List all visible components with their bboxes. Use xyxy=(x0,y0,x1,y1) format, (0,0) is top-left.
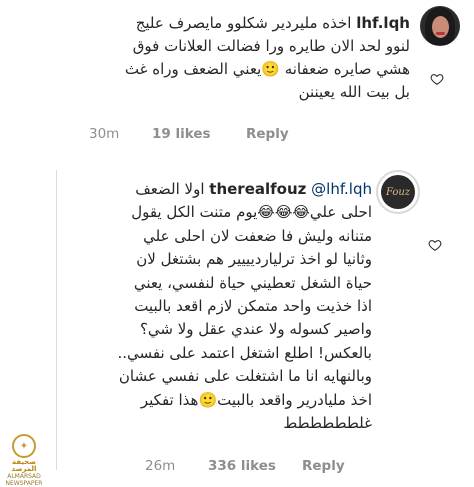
comment-2-line-11: غلطططططط xyxy=(283,414,372,433)
comment-1-body: lhf.lqh اخذه مليردير شكلوو مايصرف عليج ل… xyxy=(125,12,410,104)
avatar-therealfouz[interactable]: Fouz xyxy=(376,170,420,214)
watermark-name: صحيفة المرصد xyxy=(11,458,37,473)
newspaper-watermark: ✦ صحيفة المرصد ALMARSAD NEWSPAPER xyxy=(3,434,45,487)
comment-2-body: therealfouz @lhf.lqh اولا الضعف احلى علي… xyxy=(117,178,372,435)
comment-2-line-1: therealfouz @lhf.lqh اولا الضعف xyxy=(117,178,372,201)
comment-1-line-2: لنوو لحد الان طايره ورا فضالت العلانات ف… xyxy=(132,37,410,55)
comment-2-meta: 26m 336 likes Reply xyxy=(145,458,345,474)
comment-1-username[interactable]: lhf.lqh xyxy=(356,14,410,32)
avatar-lips xyxy=(436,32,445,35)
comment-2-line-6: اذا خذيت واحد متمكن لازم اقعد بالبيت xyxy=(134,297,372,316)
watermark-seal-icon: ✦ xyxy=(12,434,36,458)
reply-thread-line xyxy=(56,170,57,470)
heart-icon[interactable] xyxy=(428,238,442,252)
heart-icon[interactable] xyxy=(430,72,444,86)
comment-2-line-3: متنانه وليش فا ضعفت لان احلى علي xyxy=(143,226,372,245)
comment-2-likes[interactable]: 336 likes xyxy=(208,458,302,474)
comment-2-line-8: بالعكس! اطلع اشتغل اعتمد على نفسي.. xyxy=(117,343,372,362)
comment-2-line-7: واصير كسوله ولا عندي عقل ولا شي؟ xyxy=(139,320,372,339)
comment-1-time: 30m xyxy=(89,126,120,142)
comment-2-time: 26m xyxy=(145,458,176,474)
comment-1-line-3: هشي صايره ضعفانه 🙂يعني الضعف وراه غث xyxy=(124,60,410,78)
comment-2-line-5: حياة الشغل تعطيني حياة لنفسي، يعني xyxy=(133,273,372,292)
comment-1-reply-button[interactable]: Reply xyxy=(246,126,289,142)
comment-2-reply-button[interactable]: Reply xyxy=(302,458,345,474)
comment-1-line-1-text: اخذه مليردير شكلوو مايصرف عليج xyxy=(135,14,357,32)
watermark-subtitle: ALMARSAD NEWSPAPER xyxy=(5,473,43,487)
comment-2-mention[interactable]: @lhf.lqh xyxy=(311,180,372,198)
comment-2-line-2: احلى علي😂😂😂يوم متنت الكل يقول xyxy=(131,203,372,222)
comment-2-line-10: اخذ مليادرير واقعد بالبيت🙂هذا تفكير xyxy=(140,390,372,409)
comment-1-meta: 30m 19 likes Reply xyxy=(89,126,289,142)
comment-2-username[interactable]: therealfouz xyxy=(209,180,306,198)
comment-1-likes[interactable]: 19 likes xyxy=(152,126,246,142)
comment-1-line-4: بل بيت الله يعيننن xyxy=(298,83,410,101)
comment-2-line-9: وبالنهايه انا ما اشتغلت على نفسي عشان xyxy=(118,367,372,386)
comment-1-line-1: lhf.lqh اخذه مليردير شكلوو مايصرف عليج xyxy=(125,12,410,35)
avatar-lhf-lqh[interactable] xyxy=(420,6,460,46)
comment-2-line-4: وثانيا لو اخذ ترليارديييير هم بشتغل لان xyxy=(136,250,372,269)
avatar-logo: Fouz xyxy=(381,175,415,209)
comment-2-line-1-text: اولا الضعف xyxy=(135,180,210,198)
